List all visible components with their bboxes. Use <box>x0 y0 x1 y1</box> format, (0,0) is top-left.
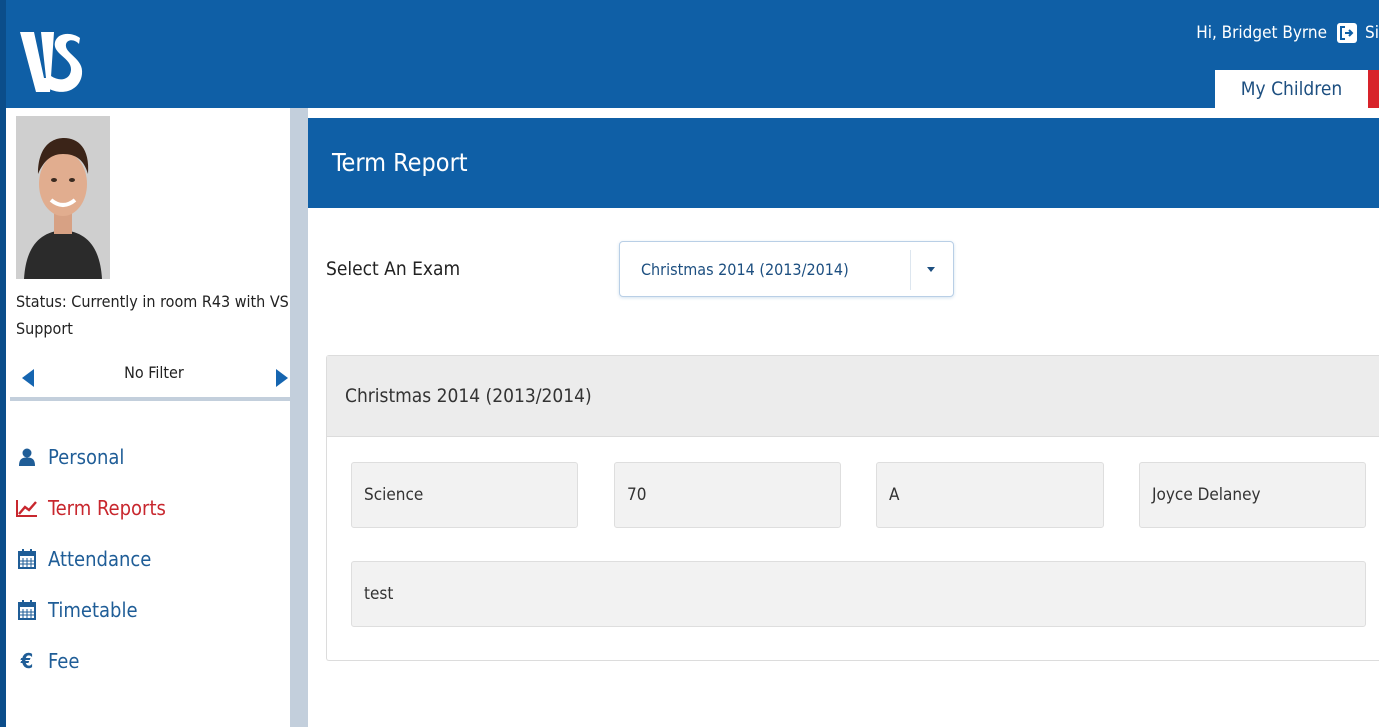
sidebar-item-term-reports[interactable]: Term Reports <box>16 482 166 533</box>
top-header: Hi, Bridget Byrne Sign out My Children <box>0 0 1379 108</box>
result-subject: Science <box>351 462 578 528</box>
sidebar-item-attendance[interactable]: Attendance <box>16 533 166 584</box>
caret-down-icon <box>927 267 935 272</box>
sign-out-icon[interactable] <box>1337 23 1357 43</box>
exam-select-value: Christmas 2014 (2013/2014) <box>641 260 849 279</box>
exam-select-label: Select An Exam <box>326 258 461 280</box>
result-grade: A <box>876 462 1104 528</box>
student-status: Status: Currently in room R43 with VS Su… <box>16 292 289 338</box>
sidebar-item-label: Term Reports <box>48 495 166 520</box>
page-title: Term Report <box>332 148 468 177</box>
next-arrow-icon[interactable] <box>276 369 288 387</box>
result-comment: test <box>351 561 1366 627</box>
user-area: Hi, Bridget Byrne Sign out <box>1196 18 1379 48</box>
avatar <box>16 116 110 279</box>
sidebar-item-label: Personal <box>48 444 125 469</box>
panel-title: Christmas 2014 (2013/2014) <box>345 385 592 407</box>
sidebar-nav: Personal Term Reports Attendance Timetab… <box>16 431 166 686</box>
tab-next[interactable] <box>1368 70 1379 108</box>
exam-select[interactable]: Christmas 2014 (2013/2014) <box>619 241 954 297</box>
euro-icon: € <box>20 648 34 673</box>
user-icon <box>16 447 38 467</box>
sign-out-link[interactable]: Sign out <box>1365 23 1379 43</box>
page-header: Term Report <box>308 118 1379 208</box>
sidebar-item-timetable[interactable]: Timetable <box>16 584 166 635</box>
filter-label: No Filter <box>124 363 184 382</box>
tab-my-children[interactable]: My Children <box>1215 70 1368 108</box>
sidebar-item-label: Timetable <box>48 597 138 622</box>
result-score: 70 <box>614 462 841 528</box>
sidebar-item-personal[interactable]: Personal <box>16 431 166 482</box>
sidebar: Status: Currently in room R43 with VS Su… <box>0 108 294 727</box>
sidebar-separator <box>10 397 294 401</box>
panel-heading: Christmas 2014 (2013/2014) <box>327 356 1379 437</box>
line-chart-icon <box>16 498 38 518</box>
filter-row: No Filter <box>16 360 292 394</box>
user-greeting: Hi, Bridget Byrne <box>1196 23 1327 43</box>
result-teacher: Joyce Delaney <box>1139 462 1366 528</box>
vs-logo[interactable] <box>18 28 84 96</box>
exam-select-divider <box>910 250 911 290</box>
calendar-icon <box>16 548 38 569</box>
calendar-icon <box>16 599 38 620</box>
sidebar-item-fee[interactable]: € Fee <box>16 635 166 686</box>
sidebar-item-label: Fee <box>48 648 80 673</box>
sidebar-item-label: Attendance <box>48 546 152 571</box>
sidebar-divider[interactable] <box>290 108 308 727</box>
